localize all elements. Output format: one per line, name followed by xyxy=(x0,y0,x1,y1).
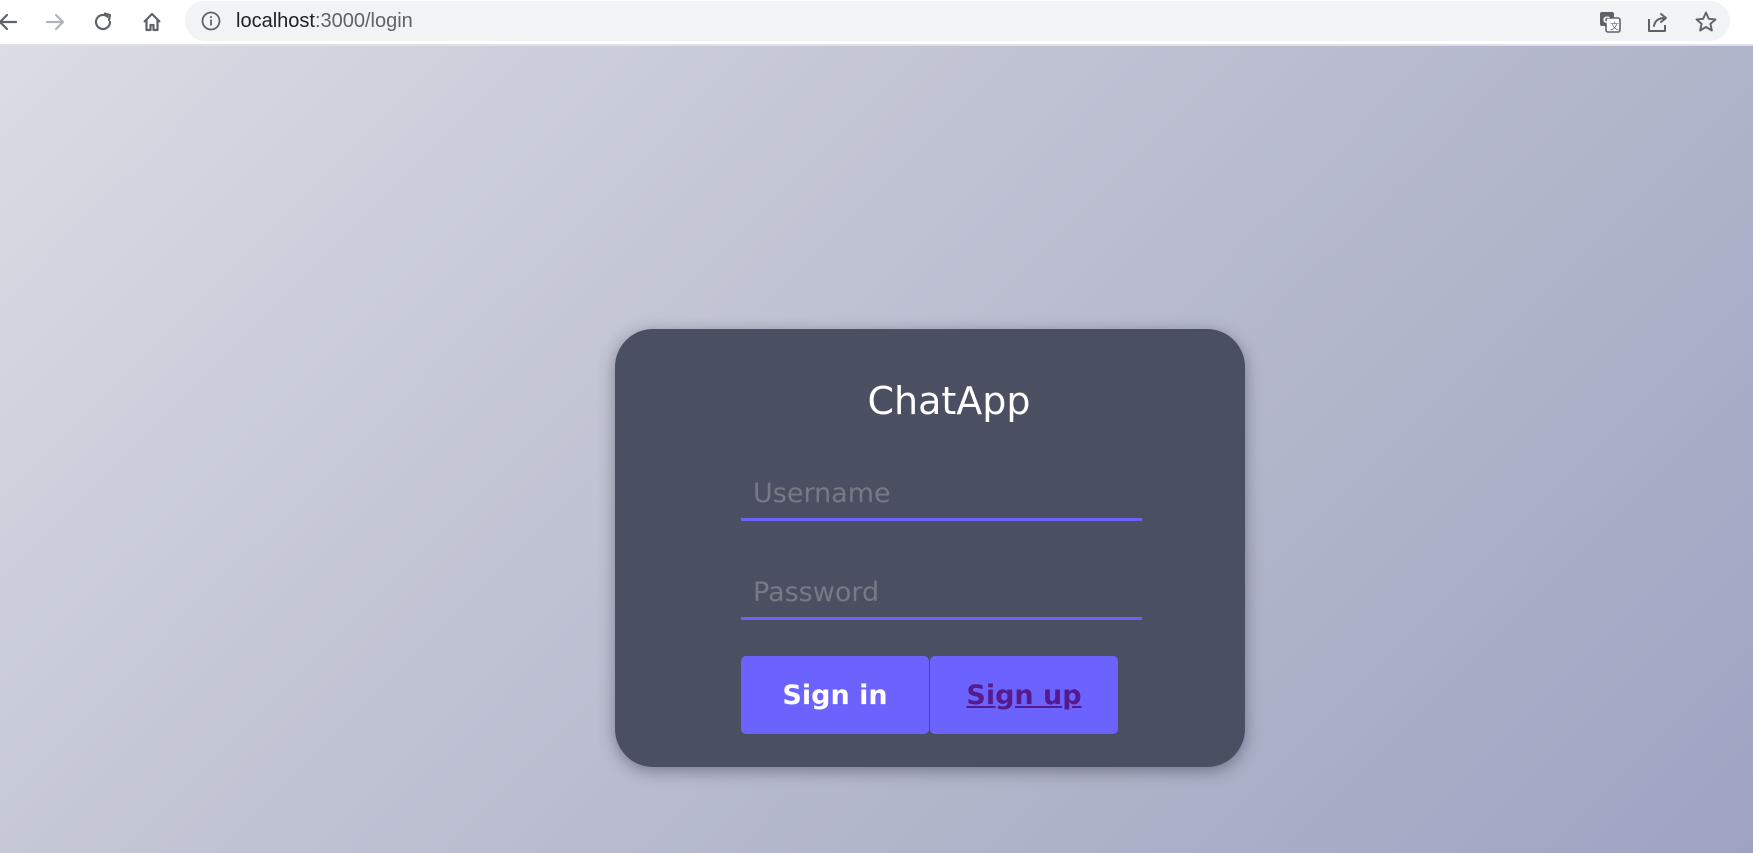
translate-icon: G 文 xyxy=(1600,12,1621,33)
password-input[interactable] xyxy=(741,568,1142,620)
star-icon xyxy=(1695,11,1717,32)
back-button[interactable] xyxy=(0,6,24,38)
url-text[interactable]: localhost:3000/login xyxy=(236,1,413,41)
reload-button[interactable] xyxy=(87,6,119,38)
reload-icon xyxy=(94,12,112,31)
info-icon[interactable] xyxy=(201,11,221,31)
share-button[interactable] xyxy=(1642,6,1674,38)
svg-text:文: 文 xyxy=(1610,21,1619,33)
page-viewport: ChatApp Sign in Sign up xyxy=(0,46,1753,853)
translate-button[interactable]: G 文 xyxy=(1594,6,1626,38)
app-title: ChatApp xyxy=(867,379,1031,423)
sign-up-link[interactable]: Sign up xyxy=(930,656,1118,734)
home-icon xyxy=(143,12,161,32)
url-host: localhost xyxy=(236,10,315,32)
back-arrow-icon xyxy=(0,13,18,31)
forward-arrow-icon xyxy=(45,13,65,31)
home-button[interactable] xyxy=(136,6,168,38)
address-bar[interactable]: localhost:3000/login xyxy=(185,1,1730,41)
share-icon xyxy=(1648,13,1667,32)
url-path: :3000/login xyxy=(314,10,413,32)
bookmark-button[interactable] xyxy=(1690,6,1722,38)
sign-in-button[interactable]: Sign in xyxy=(741,656,929,734)
browser-toolbar: localhost:3000/login G 文 xyxy=(0,0,1753,46)
forward-button[interactable] xyxy=(39,6,71,38)
login-card: ChatApp Sign in Sign up xyxy=(615,329,1245,767)
username-input[interactable] xyxy=(741,469,1142,521)
